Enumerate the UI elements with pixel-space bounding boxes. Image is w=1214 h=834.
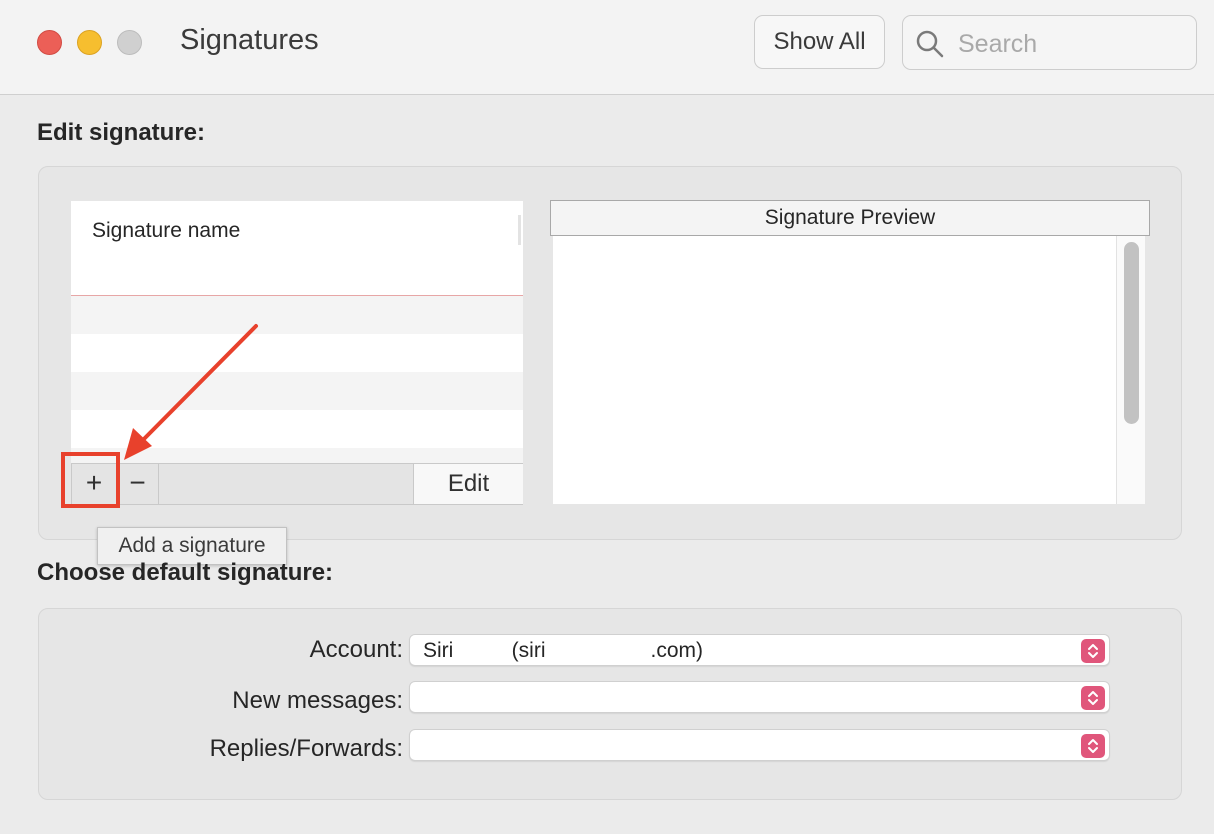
list-row[interactable] (71, 334, 523, 372)
list-row[interactable] (71, 296, 523, 334)
account-label: Account: (309, 636, 403, 663)
new-messages-stepper (1081, 686, 1105, 710)
show-all-button[interactable]: Show All (754, 15, 885, 69)
signature-name-column-header[interactable]: Signature name (92, 219, 240, 243)
signature-preview-pane (553, 236, 1145, 504)
list-row[interactable] (71, 372, 523, 410)
replies-forwards-label: Replies/Forwards: (209, 735, 403, 762)
title-bar: Signatures Show All Search (0, 0, 1214, 95)
chevron-updown-icon (1088, 739, 1098, 753)
signature-list[interactable]: Signature name (71, 201, 523, 463)
preview-scrollbar-thumb[interactable] (1124, 242, 1139, 424)
close-window-button[interactable] (37, 30, 62, 55)
account-select[interactable]: Siri (siri .com) (409, 634, 1110, 666)
minimize-window-button[interactable] (77, 30, 102, 55)
add-button-highlight (61, 452, 120, 508)
edit-signature-heading: Edit signature: (37, 119, 206, 146)
replies-forwards-select[interactable] (409, 729, 1110, 761)
account-value: Siri (siri .com) (423, 639, 704, 662)
search-field[interactable]: Search (902, 15, 1197, 70)
zoom-window-button[interactable] (117, 30, 142, 55)
list-row[interactable] (71, 410, 523, 448)
new-messages-label: New messages: (232, 687, 403, 714)
replies-forwards-stepper (1081, 734, 1105, 758)
chevron-updown-icon (1088, 691, 1098, 705)
column-divider (518, 215, 521, 245)
new-messages-select[interactable] (409, 681, 1110, 713)
window-title: Signatures (180, 24, 319, 56)
edit-signature-button[interactable]: Edit (413, 464, 523, 504)
account-stepper (1081, 639, 1105, 663)
chevron-updown-icon (1088, 644, 1098, 658)
search-icon (916, 30, 944, 58)
choose-default-signature-heading: Choose default signature: (37, 559, 334, 586)
search-placeholder: Search (958, 30, 1038, 58)
signature-list-toolbar: + − Edit (71, 463, 523, 505)
list-row[interactable] (71, 448, 523, 463)
signature-preview-header: Signature Preview (550, 200, 1150, 236)
remove-signature-button[interactable]: − (117, 464, 159, 504)
